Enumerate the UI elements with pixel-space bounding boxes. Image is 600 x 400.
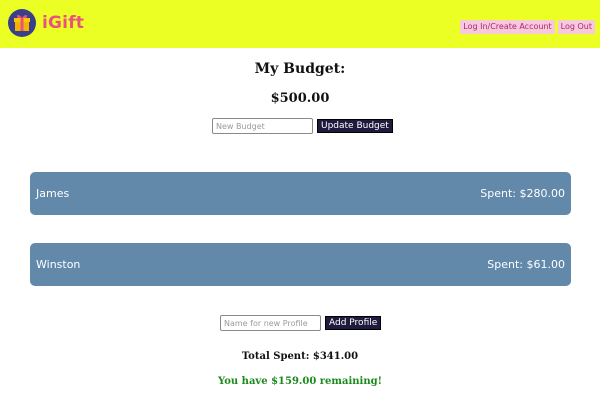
gift-icon <box>8 9 36 37</box>
add-profile-form: Add Profile <box>220 315 382 331</box>
profile-card-winston[interactable]: Winston Spent: $61.00 <box>30 243 571 286</box>
header-nav: Log In/Create Account Log Out <box>460 20 595 34</box>
new-budget-input[interactable] <box>212 118 313 134</box>
profile-spent: Spent: $280.00 <box>480 187 565 200</box>
top-bar: iGift Log In/Create Account Log Out <box>0 0 600 48</box>
new-profile-name-input[interactable] <box>220 315 321 331</box>
login-create-account-button[interactable]: Log In/Create Account <box>460 20 555 34</box>
update-budget-button[interactable]: Update Budget <box>317 119 393 133</box>
brand-logo[interactable]: iGift <box>8 9 84 37</box>
add-profile-button[interactable]: Add Profile <box>325 316 382 330</box>
profile-name: Winston <box>36 258 81 271</box>
profile-spent: Spent: $61.00 <box>487 258 565 271</box>
brand-name: iGift <box>42 13 85 33</box>
remaining-budget: You have $159.00 remaining! <box>217 376 383 387</box>
total-spent: Total Spent: $341.00 <box>241 351 359 362</box>
budget-title: My Budget: <box>254 61 346 77</box>
profile-name: James <box>36 187 70 200</box>
budget-amount: $500.00 <box>270 91 330 106</box>
budget-form: Update Budget <box>212 118 393 134</box>
profile-card-james[interactable]: James Spent: $280.00 <box>30 172 571 215</box>
logout-button[interactable]: Log Out <box>557 20 595 34</box>
